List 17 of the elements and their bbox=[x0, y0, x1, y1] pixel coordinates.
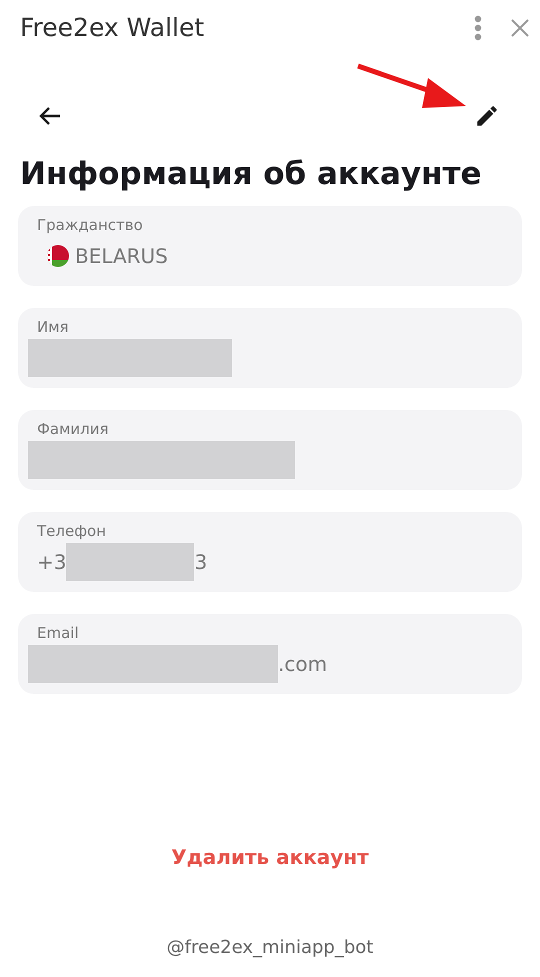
window-title: Free2ex Wallet bbox=[20, 12, 204, 44]
field-label: Фамилия bbox=[37, 419, 110, 439]
flag-icon bbox=[47, 245, 69, 267]
field-label: Имя bbox=[37, 317, 70, 337]
field-label: Телефон bbox=[37, 521, 108, 541]
field-label: Email bbox=[37, 623, 80, 643]
bot-username: @free2ex_miniapp_bot bbox=[166, 936, 374, 960]
back-arrow-icon[interactable] bbox=[38, 106, 62, 126]
more-icon[interactable] bbox=[474, 15, 482, 41]
delete-account-button[interactable]: Удалить аккаунт bbox=[171, 842, 369, 872]
page-title: Информация об аккаунте bbox=[19, 155, 483, 194]
field-value: .com bbox=[278, 651, 328, 678]
field-value: 3 bbox=[194, 549, 208, 576]
field-label: Гражданство bbox=[37, 215, 144, 235]
close-icon[interactable] bbox=[510, 18, 530, 38]
field-value: BELARUS bbox=[75, 243, 168, 270]
field-value: +3 bbox=[37, 549, 66, 576]
